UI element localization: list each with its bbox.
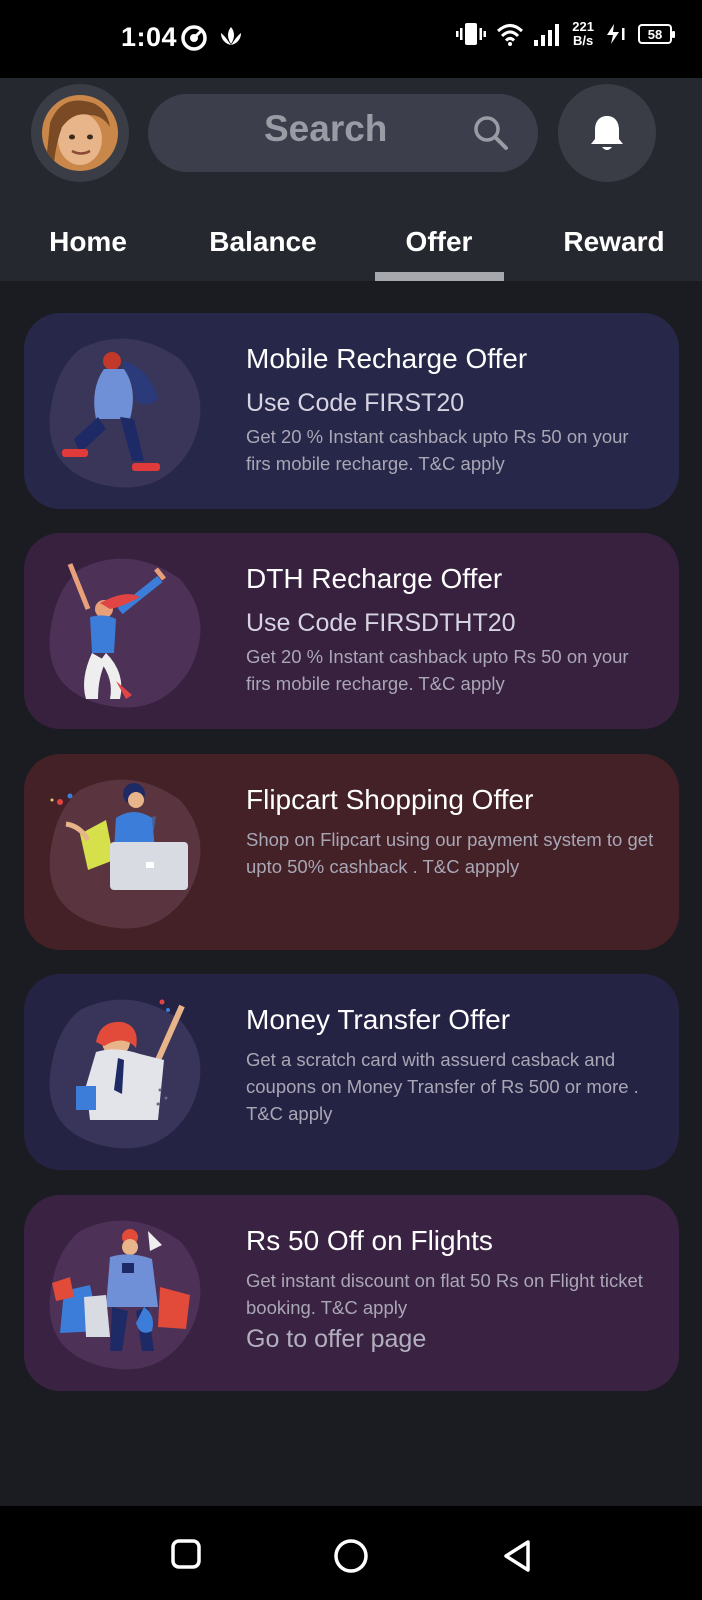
search-bar[interactable]: Search [148,94,538,172]
offer-title: DTH Recharge Offer [246,563,503,594]
tab-bar: Home Balance Offer Reward [0,216,702,281]
mobile-recharge-illustration [49,338,201,488]
search-input[interactable]: Search [264,108,387,150]
offer-title: Mobile Recharge Offer [246,343,528,374]
bell-icon [591,116,623,150]
tab-home[interactable]: Home [0,216,176,281]
status-time: 1:04 [121,22,178,52]
avatar-image [42,95,118,171]
offer-card-flipcart-shopping[interactable]: Flipcart Shopping Offer Shop on Flipcart… [24,754,679,950]
triangle-back-icon[interactable] [500,1538,534,1574]
offer-description: Get 20 % Instant cashback upto Rs 50 on … [246,646,629,694]
offer-code: Use Code FIRST20 [246,389,465,417]
offer-card-dth-recharge[interactable]: DTH Recharge Offer Use Code FIRSDTHT20 G… [24,533,679,729]
avatar[interactable] [31,84,129,182]
app-header: Search Home Balance Offer Reward [0,78,702,281]
offer-title: Flipcart Shopping Offer [246,784,534,815]
offer-card-flights[interactable]: Rs 50 Off on Flights Get instant discoun… [24,1195,679,1391]
offer-title: Rs 50 Off on Flights [246,1225,493,1256]
vibrate-icon [456,23,487,45]
offer-card-money-transfer[interactable]: Money Transfer Offer Get a scratch card … [24,974,679,1170]
app-notification-icon [181,25,207,51]
tab-balance[interactable]: Balance [175,216,351,281]
offer-description: Get instant discount on flat 50 Rs on Fl… [246,1270,643,1318]
shopping-illustration [49,779,201,929]
tab-reward[interactable]: Reward [526,216,702,281]
offer-description: Shop on Flipcart using our payment syste… [246,829,654,877]
flights-illustration [49,1220,201,1370]
dth-recharge-illustration [49,558,201,708]
square-icon[interactable] [170,1538,202,1570]
search-icon[interactable] [472,114,510,152]
offer-title: Money Transfer Offer [246,1004,511,1035]
circle-icon[interactable] [333,1538,369,1574]
status-bar: 1:04 221 B/s 58 [0,0,702,78]
system-nav-bar [0,1506,702,1600]
charging-icon [607,24,625,44]
notification-button[interactable] [558,84,656,182]
lotus-icon [221,27,241,45]
wifi-icon [497,24,524,46]
offer-card-mobile-recharge[interactable]: Mobile Recharge Offer Use Code FIRST20 G… [24,313,679,509]
active-tab-indicator [375,272,504,281]
go-to-offer-link[interactable]: Go to offer page [246,1325,426,1354]
offer-description: Get a scratch card with assuerd casback … [246,1049,639,1124]
offer-description: Get 20 % Instant cashback upto Rs 50 on … [246,426,629,474]
network-speed: 221 B/s [572,19,594,48]
battery-indicator: 58 [638,24,675,44]
money-transfer-illustration [49,999,201,1149]
signal-icon [534,24,560,46]
offer-code: Use Code FIRSDTHT20 [246,609,516,637]
